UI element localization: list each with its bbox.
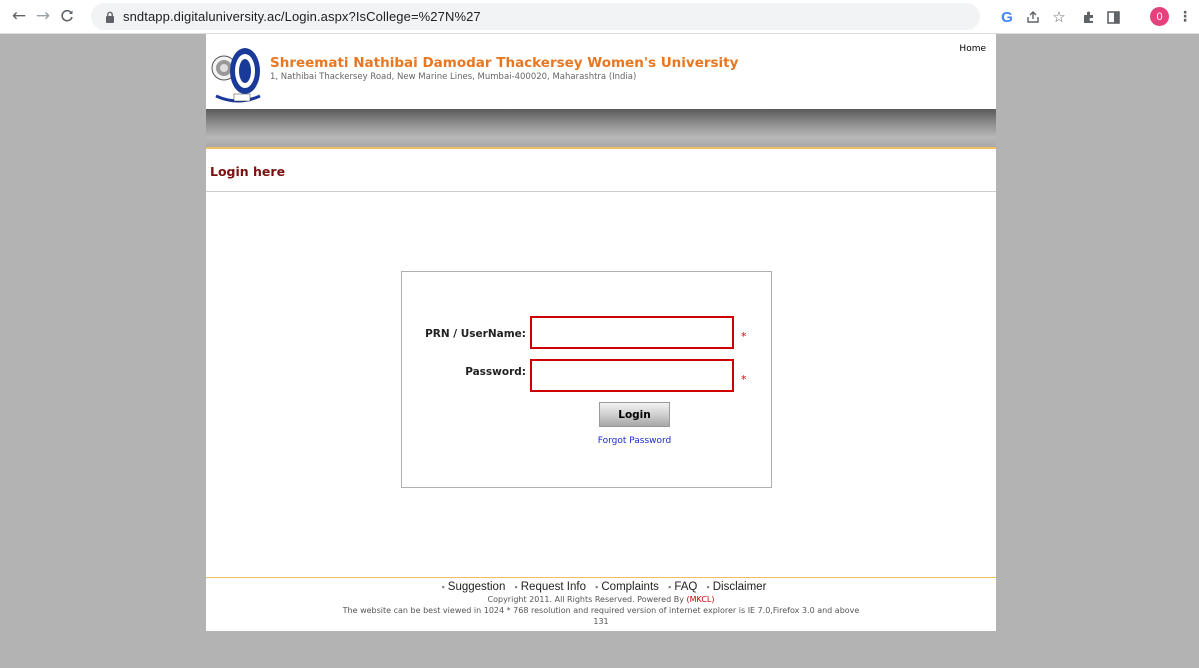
password-input[interactable] (530, 359, 734, 392)
footer-link-complaints[interactable]: Complaints (601, 581, 659, 593)
address-bar[interactable]: sndtapp.digitaluniversity.ac/Login.aspx?… (91, 3, 980, 30)
page-container: Shreemati Nathibai Damodar Thackersey Wo… (206, 34, 996, 631)
google-icon[interactable]: G (996, 6, 1018, 28)
password-label: Password: (465, 366, 526, 378)
footer-link-request-info[interactable]: Request Info (521, 581, 586, 593)
university-logo (210, 38, 266, 106)
browser-note: The website can be best viewed in 1024 *… (342, 606, 860, 615)
share-icon[interactable] (1022, 6, 1044, 28)
menu-icon[interactable]: ⋮ (1174, 6, 1196, 28)
bookmark-star-icon[interactable]: ☆ (1048, 6, 1070, 28)
forward-icon[interactable]: → (32, 5, 54, 27)
login-button[interactable]: Login (599, 402, 670, 427)
username-input[interactable] (530, 316, 734, 349)
copyright-text: Copyright 2011. All Rights Reserved. Pow… (487, 595, 684, 604)
bullet-icon: ▪ (668, 582, 672, 592)
bullet-icon: ▪ (514, 582, 518, 592)
bullet-icon: ▪ (706, 582, 710, 592)
url-text: sndtapp.digitaluniversity.ac/Login.aspx?… (123, 9, 481, 24)
footer-links: ▪ Suggestion ▪ Request Info ▪ Complaints ▪ F… (206, 581, 996, 593)
university-address: 1, Nathibai Thackersey Road, New Marine … (270, 72, 637, 82)
page-title: Login here (210, 164, 286, 179)
bullet-icon: ▪ (595, 582, 599, 592)
footer-link-disclaimer[interactable]: Disclaimer (713, 581, 767, 593)
copyright: Copyright 2011. All Rights Reserved. Pow… (206, 595, 996, 604)
extensions-icon[interactable] (1078, 6, 1100, 28)
bullet-icon: ▪ (441, 582, 445, 592)
footer-link-suggestion[interactable]: Suggestion (448, 581, 506, 593)
university-name: Shreemati Nathibai Damodar Thackersey Wo… (270, 55, 739, 71)
menu-bar (206, 109, 996, 147)
browser-toolbar: ← → sndtapp.digitaluniversity.ac/Login.a… (0, 0, 1199, 34)
footer-link-faq[interactable]: FAQ (674, 581, 697, 593)
profile-avatar[interactable]: 0 (1150, 7, 1169, 26)
title-divider (206, 191, 996, 192)
reload-icon[interactable] (56, 5, 78, 27)
forgot-password-link[interactable]: Forgot Password (572, 436, 697, 446)
menu-bar-divider (206, 147, 996, 149)
login-panel: PRN / UserName: * Password: * Login Forg… (401, 271, 772, 488)
lock-icon[interactable] (105, 11, 115, 23)
site-header: Shreemati Nathibai Damodar Thackersey Wo… (206, 34, 996, 109)
footer-divider (206, 577, 996, 578)
side-panel-icon[interactable] (1102, 6, 1124, 28)
visitor-counter: 131 (593, 617, 609, 626)
home-link[interactable]: Home (959, 44, 986, 54)
username-label: PRN / UserName: (425, 328, 526, 340)
back-icon[interactable]: ← (8, 5, 30, 27)
mkcl-link[interactable]: (MKCL) (686, 595, 714, 604)
username-required-mark: * (741, 330, 747, 343)
password-required-mark: * (741, 373, 747, 386)
